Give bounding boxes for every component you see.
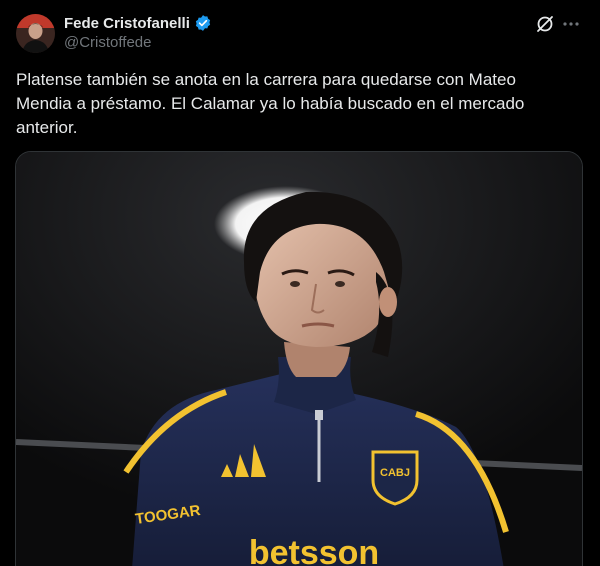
verified-badge-icon — [194, 14, 212, 32]
author-display-name[interactable]: Fede Cristofanelli — [64, 15, 190, 32]
more-dots-icon[interactable] — [560, 13, 582, 35]
crest-text: CABJ — [380, 467, 410, 479]
author-name-row: Fede Cristofanelli — [64, 13, 212, 33]
club-crest: CABJ — [371, 450, 419, 506]
jersey-sponsor-text: betsson — [249, 534, 379, 566]
grok-icon[interactable] — [534, 13, 556, 35]
tweet-media-photo[interactable]: CABJ TOOGAR betsson — [15, 151, 583, 566]
avatar[interactable] — [16, 14, 55, 53]
tweet-text: Platense también se anota en la carrera … — [16, 70, 525, 137]
tweet-card: Fede Cristofanelli @Cristoffede Platense… — [0, 0, 600, 566]
author-handle[interactable]: @Cristoffede — [64, 34, 152, 51]
